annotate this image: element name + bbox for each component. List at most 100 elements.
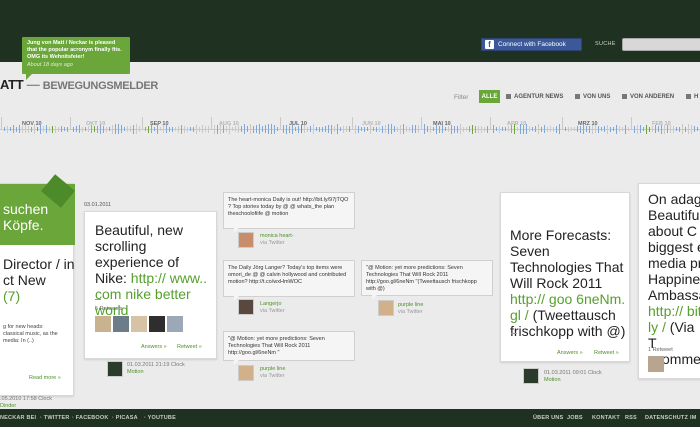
- timeline-tick: [250, 124, 251, 134]
- avatar[interactable]: [238, 232, 254, 248]
- adage-post-card[interactable]: On adag Beautiful about C biggest e medi…: [638, 183, 700, 379]
- timeline-tick: [4, 127, 5, 131]
- timeline-tick: [247, 126, 248, 132]
- footer-link-rss[interactable]: RSS: [625, 415, 637, 421]
- timeline-tick: [241, 126, 242, 132]
- job-post-date: .05.2010 17:58 Clock: [0, 396, 52, 402]
- motion-avatar[interactable]: [523, 368, 539, 384]
- timeline-tick: [451, 125, 452, 134]
- timeline-tick: [415, 125, 416, 133]
- avatar[interactable]: [131, 316, 147, 332]
- timeline-tick: [427, 126, 428, 132]
- timeline-tick: [391, 124, 392, 134]
- timeline-tick: [115, 124, 116, 134]
- timeline-tick: [424, 124, 425, 134]
- job-post-card[interactable]: suchen Köpfe. Director / in ct New (7) g…: [0, 174, 76, 396]
- filter-from-others[interactable]: VON ANDEREN: [619, 90, 677, 103]
- site-logo[interactable]: ATT — BEWEGUNGSMELDER: [0, 77, 158, 92]
- avatar[interactable]: [167, 316, 183, 332]
- footer: NECKAR BEI · TWITTER · FACEBOOK · PICASA…: [0, 409, 700, 427]
- forecast-post-title: More Forecasts: Seven Technologies That …: [510, 227, 624, 291]
- timeline-tick: [661, 125, 662, 134]
- tweet-card[interactable]: The Daily Jörg Langer? Today's top items…: [223, 260, 355, 301]
- timeline-tick: [400, 125, 401, 134]
- timeline-tick: [418, 125, 419, 133]
- footer-link-imprint[interactable]: IM: [690, 415, 697, 421]
- timeline-tick: [691, 125, 692, 134]
- filter-more[interactable]: H: [683, 90, 700, 103]
- tweet-card[interactable]: The heart-monica Daily is out! http://bi…: [223, 192, 355, 233]
- avatar[interactable]: [238, 299, 254, 315]
- read-more-link[interactable]: Read more »: [29, 375, 61, 381]
- filter-label: Filter: [454, 94, 469, 101]
- footer-link-youtube[interactable]: · YOUTUBE: [144, 415, 176, 421]
- filter-from-us[interactable]: VON UNS: [572, 90, 613, 103]
- timeline-tick: [79, 125, 80, 133]
- nike-retweet-link[interactable]: Retweet »: [177, 344, 202, 350]
- timeline-tick: [307, 127, 308, 132]
- footer-link-jobs[interactable]: JOBS: [567, 415, 583, 421]
- avatar[interactable]: [95, 316, 111, 332]
- filter-all[interactable]: ALLE: [479, 90, 500, 103]
- forecast-retweet-link[interactable]: Retweet »: [594, 350, 619, 356]
- timeline-tick: [382, 126, 383, 133]
- forecast-post-author[interactable]: Motion: [544, 377, 602, 384]
- timeline-tick: [448, 126, 449, 132]
- timeline-tick: [196, 125, 197, 134]
- avatar[interactable]: [648, 356, 664, 372]
- forecast-answers-link[interactable]: Answers »: [557, 350, 583, 356]
- timeline-tick: [28, 126, 29, 133]
- forecast-post-card[interactable]: More Forecasts: Seven Technologies That …: [500, 192, 630, 362]
- footer-link-about[interactable]: ÜBER UNS: [533, 415, 563, 421]
- facebook-connect-button[interactable]: f Connect with Facebook: [481, 38, 582, 51]
- tweet-author[interactable]: purple line: [398, 302, 423, 309]
- timeline-tick: [649, 127, 650, 132]
- footer-link[interactable]: NECKAR BEI: [0, 415, 36, 421]
- timeline-tick: [643, 127, 644, 131]
- filter-agency-news[interactable]: AGENTUR NEWS: [503, 90, 566, 103]
- timeline-tick: [586, 126, 587, 132]
- timeline-tick: [100, 125, 101, 134]
- timeline-tick: [541, 127, 542, 132]
- timeline-tick: [664, 125, 665, 134]
- timeline-tick: [253, 126, 254, 133]
- latest-tweet-bubble[interactable]: Jung von Matt / Neckar is pleased that t…: [22, 37, 130, 80]
- tweet-card[interactable]: "@ Motion: yet more predictions: Seven T…: [361, 260, 493, 300]
- timeline-tick: [229, 124, 230, 134]
- nike-answers-link[interactable]: Answers »: [141, 344, 167, 350]
- motion-avatar[interactable]: [107, 361, 123, 377]
- logo-main: ATT: [0, 77, 24, 92]
- footer-link-privacy[interactable]: DATENSCHUTZ: [645, 415, 688, 421]
- avatar[interactable]: [238, 365, 254, 381]
- nike-post-author[interactable]: Motion: [127, 369, 185, 376]
- tweet-author[interactable]: purple line: [260, 366, 285, 373]
- footer-link-facebook[interactable]: · FACEBOOK: [72, 415, 109, 421]
- footer-link-twitter[interactable]: · TWITTER: [40, 415, 70, 421]
- timeline-tick: [646, 125, 647, 134]
- timeline-tick: [34, 124, 35, 134]
- tweet-card[interactable]: "@ Motion: yet more predictions: Seven T…: [223, 331, 355, 365]
- timeline-tick: [175, 127, 176, 131]
- job-post-count[interactable]: (7): [3, 288, 78, 304]
- timeline-tick: [604, 126, 605, 132]
- avatar[interactable]: [113, 316, 129, 332]
- timeline-tick: [268, 124, 269, 134]
- timeline-tick: [601, 127, 602, 131]
- nike-post-card[interactable]: Beautiful, new scrolling experience of N…: [84, 211, 217, 359]
- tweet-author[interactable]: Langerjo: [260, 301, 285, 308]
- facebook-connect-label: Connect with Facebook: [498, 41, 566, 48]
- timeline-tick: [292, 124, 293, 134]
- timeline-tick: [40, 124, 41, 134]
- timeline-tick: [559, 124, 560, 134]
- avatar[interactable]: [378, 300, 394, 316]
- timeline-tick: [211, 117, 212, 129]
- timeline-tick: [493, 125, 494, 133]
- timeline-tick: [361, 127, 362, 131]
- search-input[interactable]: [622, 38, 700, 51]
- avatar[interactable]: [149, 316, 165, 332]
- tweet-author[interactable]: monica heart-: [260, 233, 294, 240]
- footer-link-picasa[interactable]: · PICASA: [112, 415, 138, 421]
- timeline-tick: [529, 126, 530, 132]
- footer-link-contact[interactable]: KONTAKT: [592, 415, 620, 421]
- timeline[interactable]: NOV 10 OKT 10 SEP 10 AUG 10 JUL 10 JUN 1…: [0, 115, 700, 149]
